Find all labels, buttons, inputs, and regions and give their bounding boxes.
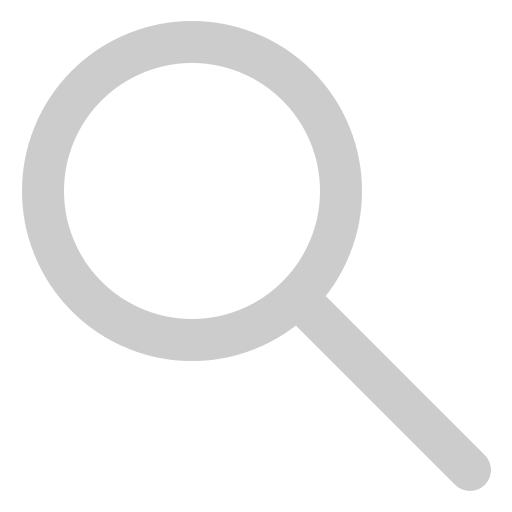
search-icon — [0, 0, 512, 512]
search-icon-handle — [291, 291, 491, 491]
icon-canvas — [0, 0, 512, 512]
search-icon-lens — [22, 21, 362, 361]
